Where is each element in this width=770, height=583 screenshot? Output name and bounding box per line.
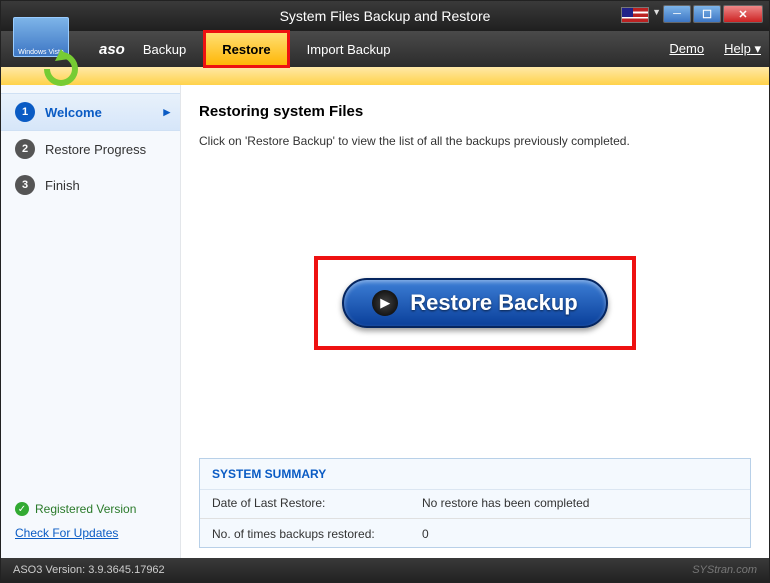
refresh-arrows-icon <box>41 49 81 89</box>
step-number-icon: 2 <box>15 139 35 159</box>
language-dropdown-icon[interactable]: ▼ <box>652 7 661 17</box>
check-updates-link[interactable]: Check For Updates <box>15 526 118 540</box>
check-icon: ✓ <box>15 502 29 516</box>
close-button[interactable]: ✕ <box>723 5 763 23</box>
version-label: ASO3 Version: 3.9.3645.17962 <box>13 564 165 576</box>
summary-value: 0 <box>422 527 429 541</box>
summary-row-times-restored: No. of times backups restored: 0 <box>200 521 750 547</box>
step-label: Restore Progress <box>45 142 146 157</box>
restore-backup-button[interactable]: ▶ Restore Backup <box>342 278 608 328</box>
maximize-button[interactable]: ☐ <box>693 5 721 23</box>
window-controls: ─ ☐ ✕ <box>663 5 763 23</box>
step-label: Finish <box>45 178 80 193</box>
titlebar: System Files Backup and Restore ▼ ─ ☐ ✕ <box>1 1 769 31</box>
page-heading: Restoring system Files <box>199 103 751 120</box>
summary-value: No restore has been completed <box>422 496 589 510</box>
help-link[interactable]: Help ▾ <box>724 41 761 57</box>
body: 1 Welcome 2 Restore Progress 3 Finish ✓ … <box>1 85 769 558</box>
demo-link[interactable]: Demo <box>669 41 704 57</box>
system-summary-panel: SYSTEM SUMMARY Date of Last Restore: No … <box>199 458 751 548</box>
step-restore-progress[interactable]: 2 Restore Progress <box>1 131 180 167</box>
minimize-button[interactable]: ─ <box>663 5 691 23</box>
main-panel: Restoring system Files Click on 'Restore… <box>181 85 769 558</box>
app-window: System Files Backup and Restore ▼ ─ ☐ ✕ … <box>0 0 770 583</box>
step-number-icon: 3 <box>15 175 35 195</box>
accent-strip <box>1 67 769 85</box>
sidebar-footer: ✓ Registered Version Check For Updates <box>1 492 180 558</box>
brand-label: aso <box>99 41 125 58</box>
play-icon: ▶ <box>372 290 398 316</box>
window-title: System Files Backup and Restore <box>280 8 491 24</box>
divider <box>200 518 750 519</box>
registered-badge: ✓ Registered Version <box>15 502 166 516</box>
sidebar: 1 Welcome 2 Restore Progress 3 Finish ✓ … <box>1 85 181 558</box>
tab-restore[interactable]: Restore <box>204 31 288 67</box>
restore-highlight-box: ▶ Restore Backup <box>314 256 636 350</box>
instruction-text: Click on 'Restore Backup' to view the li… <box>199 134 751 148</box>
restore-button-label: Restore Backup <box>410 290 578 316</box>
summary-row-last-restore: Date of Last Restore: No restore has bee… <box>200 490 750 516</box>
watermark: SYStran.com <box>692 564 757 576</box>
summary-label: No. of times backups restored: <box>212 527 422 541</box>
step-number-icon: 1 <box>15 102 35 122</box>
step-label: Welcome <box>45 105 102 120</box>
summary-label: Date of Last Restore: <box>212 496 422 510</box>
step-welcome[interactable]: 1 Welcome <box>1 93 180 131</box>
summary-title: SYSTEM SUMMARY <box>200 459 750 490</box>
menubar: Windows Vista aso Backup Restore Import … <box>1 31 769 67</box>
language-flag-icon[interactable] <box>621 7 649 23</box>
tab-import-backup[interactable]: Import Backup <box>289 31 409 67</box>
step-finish[interactable]: 3 Finish <box>1 167 180 203</box>
tab-backup[interactable]: Backup <box>125 31 204 67</box>
statusbar: ASO3 Version: 3.9.3645.17962 SYStran.com <box>1 558 769 582</box>
center-zone: ▶ Restore Backup <box>199 148 751 458</box>
